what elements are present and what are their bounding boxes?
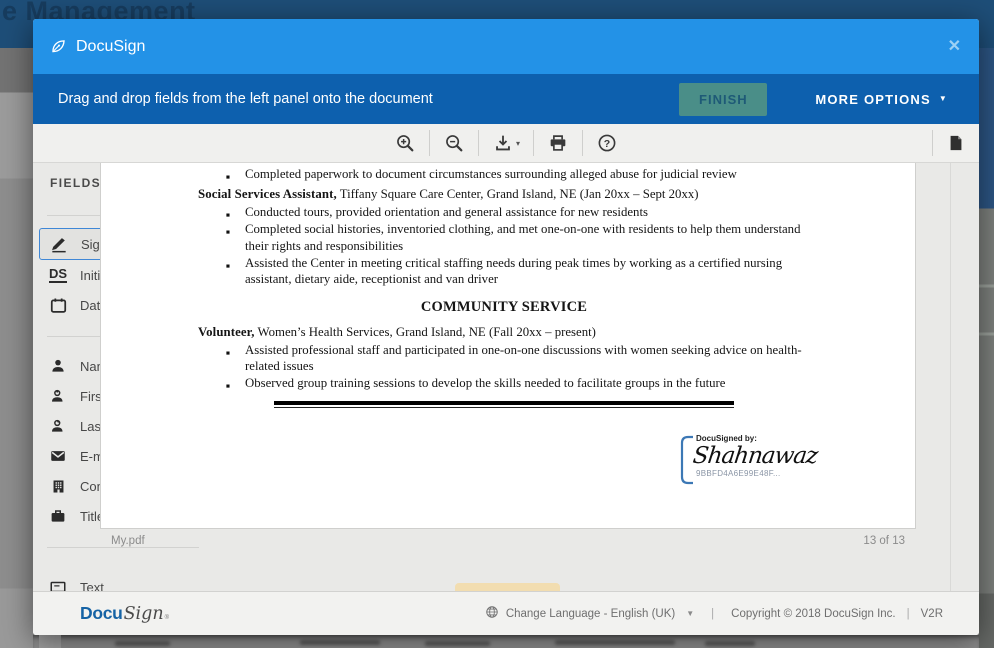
document-horizontal-rule: [274, 401, 734, 408]
background-right-strip: [979, 48, 994, 648]
field-item-label: Text: [80, 580, 104, 592]
more-options-button[interactable]: MORE OPTIONS ▼: [815, 92, 948, 107]
background-blur-text: [425, 641, 490, 646]
help-icon: ?: [596, 132, 618, 154]
background-blur-text: [300, 640, 380, 645]
version-text: V2R: [921, 608, 943, 620]
background-bottom-strip: [33, 635, 979, 648]
download-button[interactable]: ▾: [479, 132, 533, 154]
background-blur-text: [705, 641, 755, 646]
signature-id: 9BBFD4A6E99E48F...: [696, 469, 839, 478]
chevron-down-icon: ▼: [939, 95, 948, 103]
document-entry-line: Volunteer, Women’s Health Services, Gran…: [198, 324, 810, 340]
document-entry-line: Social Services Assistant, Tiffany Squar…: [198, 186, 810, 202]
scroll-next-button-sliver[interactable]: [455, 583, 560, 591]
zoom-in-button[interactable]: [381, 132, 429, 154]
document-bullet-line: Completed paperwork to document circumst…: [198, 166, 810, 182]
document-bullet-line: Completed social histories, inventoried …: [198, 221, 810, 254]
pen-icon: [48, 234, 70, 254]
help-button[interactable]: ?: [583, 132, 631, 154]
background-bottom-cell: [39, 635, 61, 648]
docusign-brand: DocuSign: [50, 38, 145, 56]
document-bullet-line: Observed group training sessions to deve…: [198, 375, 810, 391]
content-divider-line: [950, 163, 951, 591]
pen-nib-icon: [50, 38, 67, 55]
document-meta: My.pdf 13 of 13: [100, 535, 916, 547]
document-bullet-line: Assisted professional staff and particip…: [198, 342, 810, 375]
print-button[interactable]: [534, 132, 582, 154]
footer-separator: |: [711, 608, 714, 620]
toolbar-right-group: [932, 124, 979, 162]
modal-header: DocuSign ✕: [33, 19, 979, 74]
instruction-banner: Drag and drop fields from the left panel…: [33, 74, 979, 124]
zoom-out-button[interactable]: [430, 132, 478, 154]
footer-right-group: Change Language - English (UK) ▼ | Copyr…: [485, 605, 943, 622]
change-language-button[interactable]: Change Language - English (UK) ▼: [485, 605, 694, 622]
fields-divider: [47, 547, 199, 548]
modal-footer: Docu Sign ® Change Language - English (U…: [33, 591, 979, 635]
svg-text:?: ?: [604, 138, 610, 150]
download-icon: [492, 132, 514, 154]
print-icon: [547, 132, 569, 154]
logo-docu: Docu: [80, 603, 123, 624]
pdf-page[interactable]: Completed paperwork to document circumst…: [100, 163, 916, 529]
zoom-in-icon: [394, 132, 416, 154]
globe-icon: [485, 605, 499, 622]
person-first-icon: [47, 387, 69, 405]
briefcase-icon: [47, 507, 69, 525]
signature-label: DocuSigned by:: [696, 434, 839, 443]
document-bullet-line: Assisted the Center in meeting critical …: [198, 255, 810, 288]
brand-label: DocuSign: [76, 38, 145, 56]
company-icon: [47, 478, 69, 495]
more-options-label: MORE OPTIONS: [815, 92, 931, 107]
docusign-footer-logo: Docu Sign ®: [80, 603, 169, 624]
banner-message: Drag and drop fields from the left panel…: [58, 91, 679, 107]
envelope-icon: [47, 447, 69, 465]
page-indicator: 13 of 13: [863, 535, 905, 547]
document-file-name: My.pdf: [111, 535, 145, 547]
page-icon: [946, 133, 966, 153]
signature-block: DocuSigned by: Shahnawaz 9BBFD4A6E99E48F…: [679, 434, 839, 478]
signature-name: Shahnawaz: [691, 443, 840, 469]
chevron-down-icon: ▾: [516, 139, 520, 148]
background-blur-text: [555, 640, 675, 645]
finish-button[interactable]: FINISH: [679, 83, 767, 116]
close-icon[interactable]: ✕: [948, 39, 961, 55]
text-icon: [47, 578, 69, 591]
chevron-down-icon: ▼: [686, 609, 694, 618]
document-text: Completed paperwork to document circumst…: [101, 163, 915, 408]
logo-sign: Sign: [124, 604, 164, 624]
background-blur-text: [115, 641, 170, 646]
modal-content: FIELDS SignDSInitialDateNameFirstLastE-m…: [33, 163, 979, 591]
registered-mark: ®: [165, 615, 169, 621]
calendar-icon: [47, 296, 69, 315]
docusign-modal: DocuSign ✕ Drag and drop fields from the…: [33, 19, 979, 635]
screen: e Management DocuSign ✕ Drag and drop fi…: [0, 0, 994, 648]
page-thumbnails-button[interactable]: [933, 133, 979, 153]
document-bullet-line: Conducted tours, provided orientation an…: [198, 204, 810, 220]
document-toolbar: ▾?: [33, 124, 979, 163]
change-language-label: Change Language - English (UK): [506, 608, 675, 620]
background-left-strip: [0, 48, 33, 648]
toolbar-center-group: ▾?: [381, 130, 631, 156]
initials-icon: DS: [47, 267, 69, 283]
zoom-out-icon: [443, 132, 465, 154]
copyright-text: Copyright © 2018 DocuSign Inc.: [731, 608, 895, 620]
person-icon: [47, 357, 69, 375]
document-section-heading: COMMUNITY SERVICE: [198, 299, 810, 315]
person-last-icon: [47, 417, 69, 435]
fields-group: Text: [33, 572, 223, 591]
field-item-text[interactable]: Text: [33, 572, 223, 591]
footer-separator: |: [907, 608, 910, 620]
